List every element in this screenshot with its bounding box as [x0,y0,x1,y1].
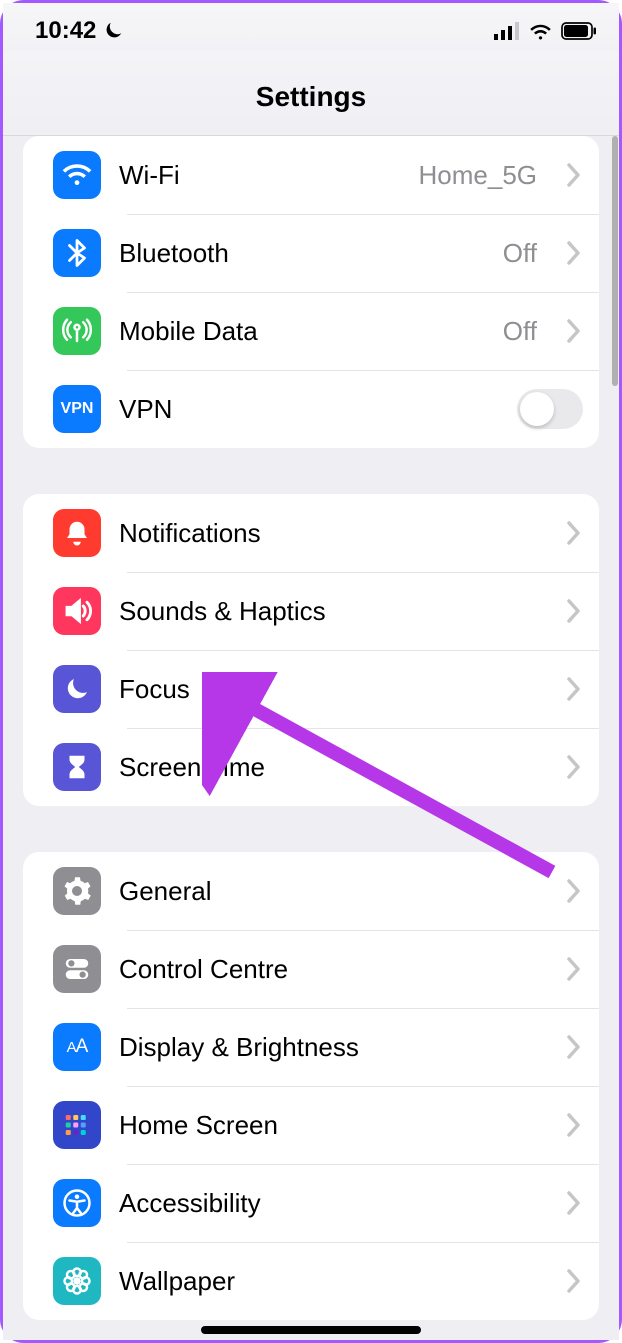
chevron-right-icon [565,239,583,267]
row-accessibility[interactable]: Accessibility [23,1164,599,1242]
chevron-right-icon [565,1189,583,1217]
chevron-right-icon [565,877,583,905]
chevron-right-icon [565,675,583,703]
wifi-icon [53,151,101,199]
row-value: Off [503,238,537,269]
home-indicator[interactable] [201,1326,421,1334]
row-bluetooth[interactable]: Bluetooth Off [23,214,599,292]
row-label: Home Screen [119,1110,278,1141]
gear-icon [53,867,101,915]
moon-icon [102,20,124,42]
flower-icon [53,1257,101,1305]
status-time: 10:42 [35,17,96,45]
chevron-right-icon [565,1033,583,1061]
speaker-icon [53,587,101,635]
accessibility-icon [53,1179,101,1227]
chevron-right-icon [565,317,583,345]
row-mobile-data[interactable]: Mobile Data Off [23,292,599,370]
home-screen-icon [53,1101,101,1149]
moon-icon [53,665,101,713]
vpn-toggle[interactable] [517,389,583,429]
vpn-icon: VPN [53,385,101,433]
chevron-right-icon [565,1111,583,1139]
chevron-right-icon [565,597,583,625]
text-size-icon: AA [53,1023,101,1071]
row-wallpaper[interactable]: Wallpaper [23,1242,599,1320]
page-title: Settings [3,51,619,136]
row-label: Display & Brightness [119,1032,359,1063]
row-vpn[interactable]: VPN VPN [23,370,599,448]
row-display[interactable]: AA Display & Brightness [23,1008,599,1086]
toggles-icon [53,945,101,993]
row-general[interactable]: General [23,852,599,930]
chevron-right-icon [565,161,583,189]
row-label: Accessibility [119,1188,261,1219]
bluetooth-icon [53,229,101,277]
row-screen-time[interactable]: Screen Time [23,728,599,806]
chevron-right-icon [565,519,583,547]
row-label: Bluetooth [119,238,229,269]
row-value: Off [503,316,537,347]
hourglass-icon [53,743,101,791]
row-sounds[interactable]: Sounds & Haptics [23,572,599,650]
bell-icon [53,509,101,557]
antenna-icon [53,307,101,355]
group-general: General Control Centre AA Display & Brig… [23,852,599,1320]
settings-scroll[interactable]: Wi-Fi Home_5G Bluetooth Off Mobile Data [3,136,619,1340]
row-label: Wallpaper [119,1266,235,1297]
row-home-screen[interactable]: Home Screen [23,1086,599,1164]
scrollbar[interactable] [612,136,618,386]
row-label: VPN [119,394,172,425]
wifi-icon [528,22,553,40]
row-value: Home_5G [419,160,538,191]
chevron-right-icon [565,955,583,983]
battery-icon [561,22,597,40]
row-focus[interactable]: Focus [23,650,599,728]
row-label: Focus [119,674,190,705]
row-notifications[interactable]: Notifications [23,494,599,572]
row-control-centre[interactable]: Control Centre [23,930,599,1008]
cellular-icon [494,22,520,40]
group-notifications: Notifications Sounds & Haptics Focus [23,494,599,806]
chevron-right-icon [565,1267,583,1295]
group-networking: Wi-Fi Home_5G Bluetooth Off Mobile Data [23,136,599,448]
row-label: Notifications [119,518,261,549]
row-label: Control Centre [119,954,288,985]
row-label: Screen Time [119,752,265,783]
row-label: Wi-Fi [119,160,180,191]
status-bar: 10:42 [3,3,619,51]
chevron-right-icon [565,753,583,781]
row-label: Mobile Data [119,316,258,347]
row-label: Sounds & Haptics [119,596,326,627]
row-label: General [119,876,212,907]
row-wifi[interactable]: Wi-Fi Home_5G [23,136,599,214]
